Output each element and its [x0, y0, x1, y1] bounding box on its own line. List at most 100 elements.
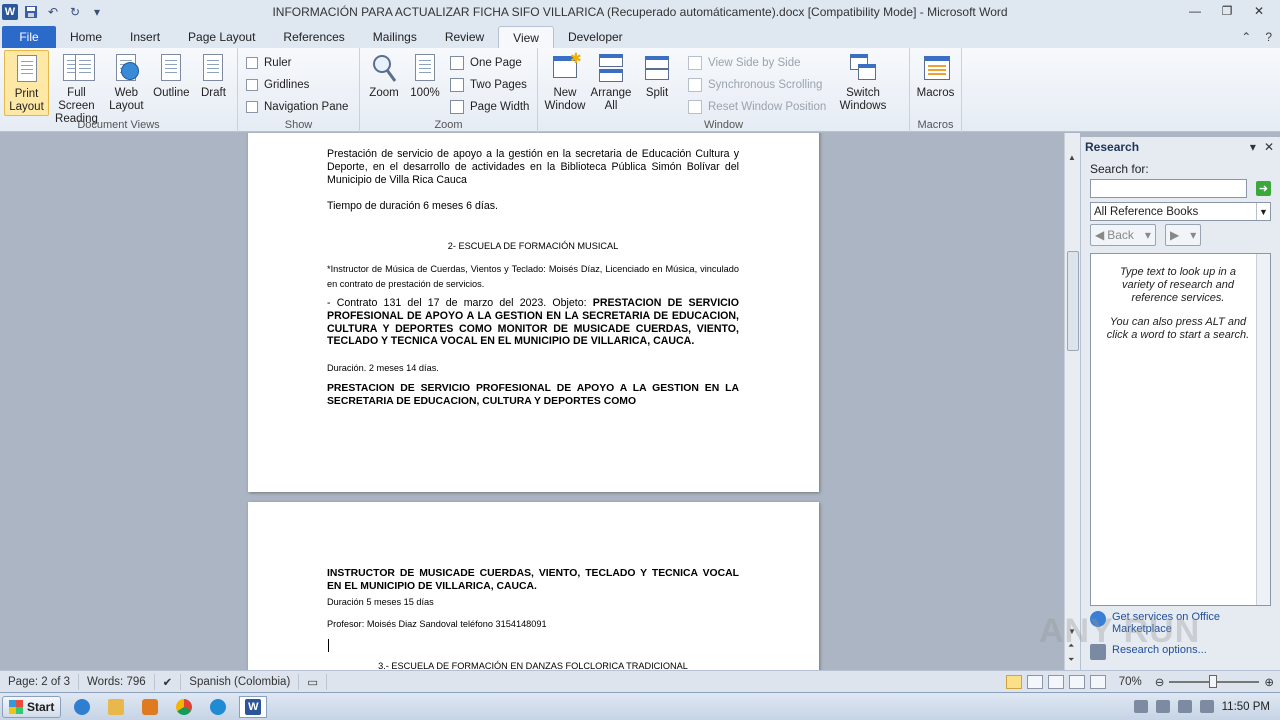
internet-explorer-icon[interactable] [69, 696, 95, 718]
document-area[interactable]: Prestación de servicio de apoyo a la ges… [0, 133, 1064, 670]
file-explorer-icon[interactable] [103, 696, 129, 718]
tab-references[interactable]: References [269, 26, 358, 48]
undo-icon[interactable]: ↶ [44, 3, 62, 21]
proofing-status-icon[interactable]: ✔ [155, 673, 182, 690]
pane-options-icon[interactable]: ▾ [1250, 140, 1256, 154]
research-options-link[interactable]: Research options... [1090, 644, 1207, 660]
draft-view-icon[interactable] [1089, 674, 1106, 689]
web-layout-icon [111, 52, 141, 84]
tab-developer[interactable]: Developer [554, 26, 637, 48]
vertical-scrollbar[interactable]: ▲ ▼ ⏶ ⏷ [1064, 133, 1080, 670]
language[interactable]: Spanish (Colombia) [181, 673, 300, 690]
synchronous-scrolling-button[interactable]: Synchronous Scrolling [688, 76, 830, 94]
one-page-button[interactable]: One Page [450, 54, 529, 72]
volume-icon[interactable] [1155, 700, 1170, 713]
tab-page-layout[interactable]: Page Layout [174, 26, 269, 48]
edge-icon[interactable] [205, 696, 231, 718]
zoom-slider-thumb[interactable] [1209, 674, 1218, 688]
word-count[interactable]: Words: 796 [79, 673, 155, 690]
chrome-icon[interactable] [171, 696, 197, 718]
scrollbar-thumb[interactable] [1067, 251, 1079, 351]
close-pane-icon[interactable]: ✕ [1264, 140, 1274, 154]
clock[interactable]: 11:50 PM [1222, 701, 1270, 713]
network-icon[interactable] [1133, 700, 1148, 713]
navigation-pane-checkbox[interactable]: Navigation Pane [246, 98, 348, 116]
draft-icon [198, 52, 228, 84]
previous-page-icon[interactable]: ⏶ [1068, 641, 1074, 651]
view-side-by-side-button[interactable]: View Side by Side [688, 54, 830, 72]
research-search-input[interactable] [1090, 179, 1247, 198]
word-taskbar-icon[interactable]: W [239, 695, 268, 718]
scroll-down-icon[interactable]: ▼ [1068, 627, 1076, 636]
reference-source-select[interactable]: All Reference Books ▼ [1090, 202, 1271, 221]
restore-icon[interactable]: ❐ [1216, 2, 1238, 20]
tab-review[interactable]: Review [431, 26, 498, 48]
tab-insert[interactable]: Insert [116, 26, 174, 48]
macro-recording-icon[interactable]: ▭ [299, 673, 328, 690]
tab-home[interactable]: Home [56, 26, 116, 48]
zoom-out-icon[interactable]: ⊖ [1155, 675, 1165, 689]
print-layout-view-icon[interactable] [1005, 674, 1022, 689]
tab-file[interactable]: File [2, 26, 56, 48]
media-player-icon[interactable] [137, 696, 163, 718]
reset-window-position-button[interactable]: Reset Window Position [688, 98, 830, 116]
paragraph: Tiempo de duración 6 meses 6 días. [327, 200, 498, 212]
forward-dropdown-icon: ▾ [1190, 228, 1197, 242]
two-pages-icon [450, 78, 464, 92]
tab-view[interactable]: View [498, 26, 554, 48]
web-layout-view-icon[interactable] [1047, 674, 1064, 689]
page-width-button[interactable]: Page Width [450, 98, 529, 116]
arrange-all-icon [596, 52, 626, 84]
globe-icon [1090, 611, 1106, 627]
group-show: Ruler Gridlines Navigation Pane Show [238, 48, 360, 132]
ribbon-tabs: File Home Insert Page Layout References … [0, 24, 1280, 48]
start-button[interactable]: Start [2, 695, 62, 718]
two-pages-button[interactable]: Two Pages [450, 76, 529, 94]
document-page-2[interactable]: INSTRUCTOR DE MUSICADE CUERDAS, VIENTO, … [248, 502, 819, 670]
help-text: You can also press ALT and click a word … [1106, 316, 1250, 341]
tab-mailings[interactable]: Mailings [359, 26, 431, 48]
paragraph: *Instructor de Música de Cuerdas, Viento… [327, 264, 739, 289]
paragraph: - Contrato 131 del 17 de marzo del 2023.… [327, 297, 739, 348]
section-heading: 2- ESCUELA DE FORMACIÓN MUSICAL [447, 241, 619, 251]
close-icon[interactable]: ✕ [1248, 2, 1270, 20]
minimize-ribbon-icon[interactable]: ⌃ [1241, 30, 1251, 44]
results-scrollbar[interactable] [1256, 254, 1270, 605]
system-tray: 11:50 PM [1133, 700, 1280, 713]
ruler-checkbox[interactable]: Ruler [246, 54, 348, 72]
new-window-icon: ✱ [550, 51, 582, 84]
next-page-icon[interactable]: ⏷ [1068, 655, 1074, 665]
redo-icon[interactable]: ↻ [66, 3, 84, 21]
back-button[interactable]: ◀ Back ▾ [1090, 224, 1156, 246]
document-page-1[interactable]: Prestación de servicio de apoyo a la ges… [248, 133, 819, 492]
paragraph: Profesor: Moisés Diaz Sandoval teléfono … [327, 619, 547, 629]
research-pane: Research ▾ ✕ Search for: ➜ All Reference… [1039, 137, 1280, 670]
help-icon[interactable]: ? [1265, 30, 1272, 44]
forward-arrow-icon: ▶ [1170, 228, 1180, 242]
scroll-up-icon[interactable]: ▲ [1068, 153, 1076, 162]
gridlines-checkbox[interactable]: Gridlines [246, 76, 348, 94]
word-app-icon[interactable]: W [2, 4, 18, 20]
forward-button[interactable]: ▶ ▾ [1165, 224, 1202, 246]
one-page-icon [450, 56, 464, 70]
customize-qat-icon[interactable]: ▾ [88, 3, 106, 21]
side-by-side-icon [688, 56, 702, 70]
save-icon[interactable] [22, 3, 40, 21]
action-center-flag-icon[interactable] [1199, 700, 1214, 713]
back-arrow-icon: ◀ [1095, 228, 1105, 242]
outline-view-icon[interactable] [1068, 674, 1085, 689]
print-layout-button[interactable]: Print Layout [4, 50, 50, 116]
zoom-slider[interactable] [1169, 674, 1260, 688]
page-count[interactable]: Page: 2 of 3 [0, 673, 80, 690]
start-search-icon[interactable]: ➜ [1256, 181, 1271, 196]
get-services-link[interactable]: Get services on Office Marketplace [1090, 611, 1280, 635]
minimize-icon[interactable]: — [1184, 2, 1206, 20]
paragraph: INSTRUCTOR DE MUSICADE CUERDAS, VIENTO, … [327, 568, 739, 592]
paragraph: Prestación de servicio de apoyo a la ges… [327, 148, 739, 186]
full-screen-view-icon[interactable] [1026, 674, 1043, 689]
zoom-level[interactable]: 70% [1119, 676, 1142, 688]
split-icon [642, 52, 672, 84]
security-icon[interactable] [1177, 700, 1192, 713]
window-title: INFORMACIÓN PARA ACTUALIZAR FICHA SIFO V… [272, 5, 1008, 19]
zoom-in-icon[interactable]: ⊕ [1264, 675, 1274, 689]
